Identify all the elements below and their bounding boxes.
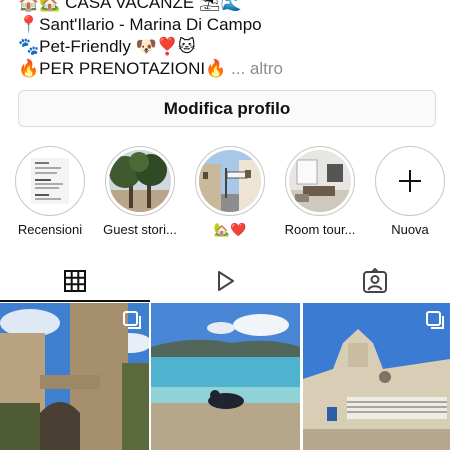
- highlight-ring: [195, 146, 265, 216]
- highlight-label: Guest stori...: [103, 222, 177, 237]
- multiple-photos-icon: [123, 311, 141, 329]
- highlight-guest-stories[interactable]: Guest stori...: [95, 146, 185, 237]
- bio-line-booking: 🔥PER PRENOTAZIONI🔥 ... altro: [18, 58, 438, 80]
- grid-icon: [64, 270, 86, 292]
- beach-emoji-icon: ⛱🌊: [198, 0, 242, 13]
- street-photo-icon: [199, 150, 261, 212]
- highlight-label: Recensioni: [17, 222, 83, 237]
- profile-tabs: [0, 262, 450, 302]
- profile-bio: 🏠🏡 CASA VACANZE ⛱🌊 📍Sant'Ilario - Marina…: [18, 0, 438, 80]
- tab-tagged[interactable]: [300, 262, 450, 300]
- plus-icon: [399, 170, 421, 192]
- room-photo-icon: [289, 150, 351, 212]
- bio-line-pets: 🐾Pet-Friendly 🐶❣️🐱: [18, 36, 438, 58]
- bio-title-text: CASA VACANZE: [65, 0, 195, 12]
- highlight-new[interactable]: Nuova: [365, 146, 450, 237]
- pin-emoji-icon: 📍: [18, 15, 40, 35]
- highlight-ring: [375, 146, 445, 216]
- highlight-recensioni[interactable]: Recensioni: [5, 146, 95, 237]
- review-screenshot-icon: [19, 150, 81, 212]
- pets-emoji-icon: 🐶❣️🐱: [135, 37, 196, 57]
- highlight-home[interactable]: 🏡❤️: [185, 146, 275, 238]
- highlight-ring: [285, 146, 355, 216]
- posts-grid: [0, 303, 450, 450]
- highlight-label: 🏡❤️: [213, 222, 247, 237]
- post-thumbnail[interactable]: [303, 303, 450, 450]
- play-icon: [218, 271, 234, 291]
- post-thumbnail[interactable]: [151, 303, 300, 450]
- bio-line-title: 🏠🏡 CASA VACANZE ⛱🌊: [18, 0, 438, 14]
- multiple-photos-icon: [426, 311, 444, 329]
- house-emoji-icon: 🏠🏡: [18, 0, 61, 13]
- paw-emoji-icon: 🐾: [18, 37, 40, 57]
- bio-location-text: Sant'Ilario - Marina Di Campo: [39, 15, 262, 34]
- bio-more-link[interactable]: ... altro: [231, 59, 283, 78]
- bio-booking-text: PER PRENOTAZIONI: [39, 59, 206, 78]
- tagged-user-icon: [363, 268, 387, 293]
- fire-emoji-icon: 🔥: [205, 59, 227, 79]
- highlight-label: Nuova: [391, 222, 429, 237]
- story-highlights: Recensioni Guest stori... 🏡❤️ Room tour.…: [0, 146, 450, 246]
- bio-line-location: 📍Sant'Ilario - Marina Di Campo: [18, 14, 438, 36]
- tab-reels[interactable]: [150, 262, 300, 300]
- bio-pets-text: Pet-Friendly: [39, 37, 131, 56]
- trees-photo-icon: [109, 150, 171, 212]
- tab-grid[interactable]: [0, 262, 150, 302]
- highlight-ring: [15, 146, 85, 216]
- fire-emoji-icon: 🔥: [18, 59, 40, 79]
- post-thumbnail[interactable]: [0, 303, 149, 450]
- edit-profile-button[interactable]: Modifica profilo: [18, 90, 436, 127]
- highlight-ring: [105, 146, 175, 216]
- highlight-room-tour[interactable]: Room tour...: [275, 146, 365, 237]
- highlight-label: Room tour...: [284, 222, 356, 237]
- beach-photo: [151, 303, 300, 450]
